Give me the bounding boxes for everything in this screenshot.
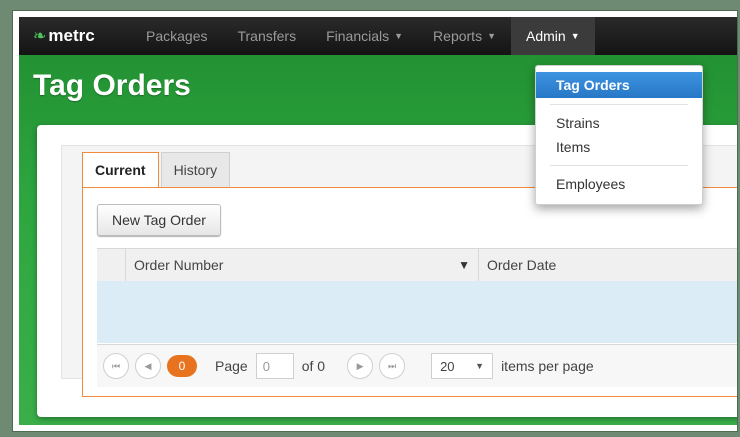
app-screen: ❧ metrc Packages Transfers Financials ▼ … (19, 17, 737, 425)
pager: ⏮ ◀ 0 Page of 0 ▶ ⏭ 20 ▼ items per page (97, 344, 737, 387)
column-order-date[interactable]: Order Date (479, 249, 564, 281)
brand-name: metrc (48, 26, 95, 45)
menu-item-employees[interactable]: Employees (536, 172, 702, 196)
next-page-icon[interactable]: ▶ (347, 353, 374, 379)
last-page-icon[interactable]: ⏭ (379, 353, 406, 379)
menu-divider (550, 104, 688, 105)
tab-current[interactable]: Current (82, 152, 159, 187)
page-size-select[interactable]: 20 ▼ (431, 353, 494, 379)
grid-select-column[interactable] (97, 249, 126, 281)
new-tag-order-button[interactable]: New Tag Order (97, 204, 221, 236)
nav-reports[interactable]: Reports ▼ (418, 17, 511, 55)
nav-admin-label: Admin (526, 28, 566, 44)
nav-packages[interactable]: Packages (131, 17, 222, 55)
filter-icon[interactable]: ▼ (458, 258, 470, 272)
grid-body (97, 281, 737, 343)
nav-packages-label: Packages (146, 28, 208, 44)
tab-bar: Current History (82, 152, 232, 187)
caret-down-icon: ▼ (570, 31, 580, 41)
admin-dropdown-menu: Tag Orders Strains Items Employees (535, 65, 703, 205)
caret-down-icon: ▼ (487, 31, 496, 41)
nav-transfers[interactable]: Transfers (222, 17, 311, 55)
menu-item-tag-orders[interactable]: Tag Orders (536, 72, 702, 98)
screenshot-frame: ❧ metrc Packages Transfers Financials ▼ … (12, 10, 738, 432)
menu-divider (550, 165, 688, 166)
first-page-icon[interactable]: ⏮ (103, 353, 129, 379)
nav-financials-label: Financials (326, 28, 390, 44)
items-per-page-label: items per page (501, 358, 594, 374)
column-order-number[interactable]: Order Number ▼ (126, 249, 479, 281)
page-label: Page (215, 358, 248, 374)
column-order-number-label: Order Number (134, 257, 224, 273)
nav-transfers-label: Transfers (237, 28, 297, 44)
page-count-label: of 0 (301, 358, 326, 374)
previous-page-icon[interactable]: ◀ (135, 353, 161, 379)
page-size-value: 20 (440, 358, 455, 374)
page-number-input[interactable] (255, 353, 294, 379)
nav-admin[interactable]: Admin ▼ (511, 17, 595, 55)
menu-item-strains[interactable]: Strains (536, 111, 702, 135)
tab-content: New Tag Order Order Number ▼ Order Date (82, 187, 737, 397)
tab-history[interactable]: History (160, 152, 231, 187)
nav-reports-label: Reports (433, 28, 483, 44)
caret-down-icon: ▼ (394, 31, 404, 41)
nav-financials[interactable]: Financials ▼ (311, 17, 418, 55)
leaf-icon: ❧ (33, 28, 47, 45)
caret-down-icon: ▼ (475, 361, 485, 371)
page-title: Tag Orders (33, 69, 191, 102)
current-page-badge: 0 (167, 355, 197, 377)
grid-header: Order Number ▼ Order Date (97, 248, 737, 282)
menu-item-items[interactable]: Items (536, 135, 702, 159)
brand-logo[interactable]: ❧ metrc (19, 26, 131, 46)
top-navbar: ❧ metrc Packages Transfers Financials ▼ … (19, 17, 737, 55)
column-order-date-label: Order Date (487, 257, 557, 273)
